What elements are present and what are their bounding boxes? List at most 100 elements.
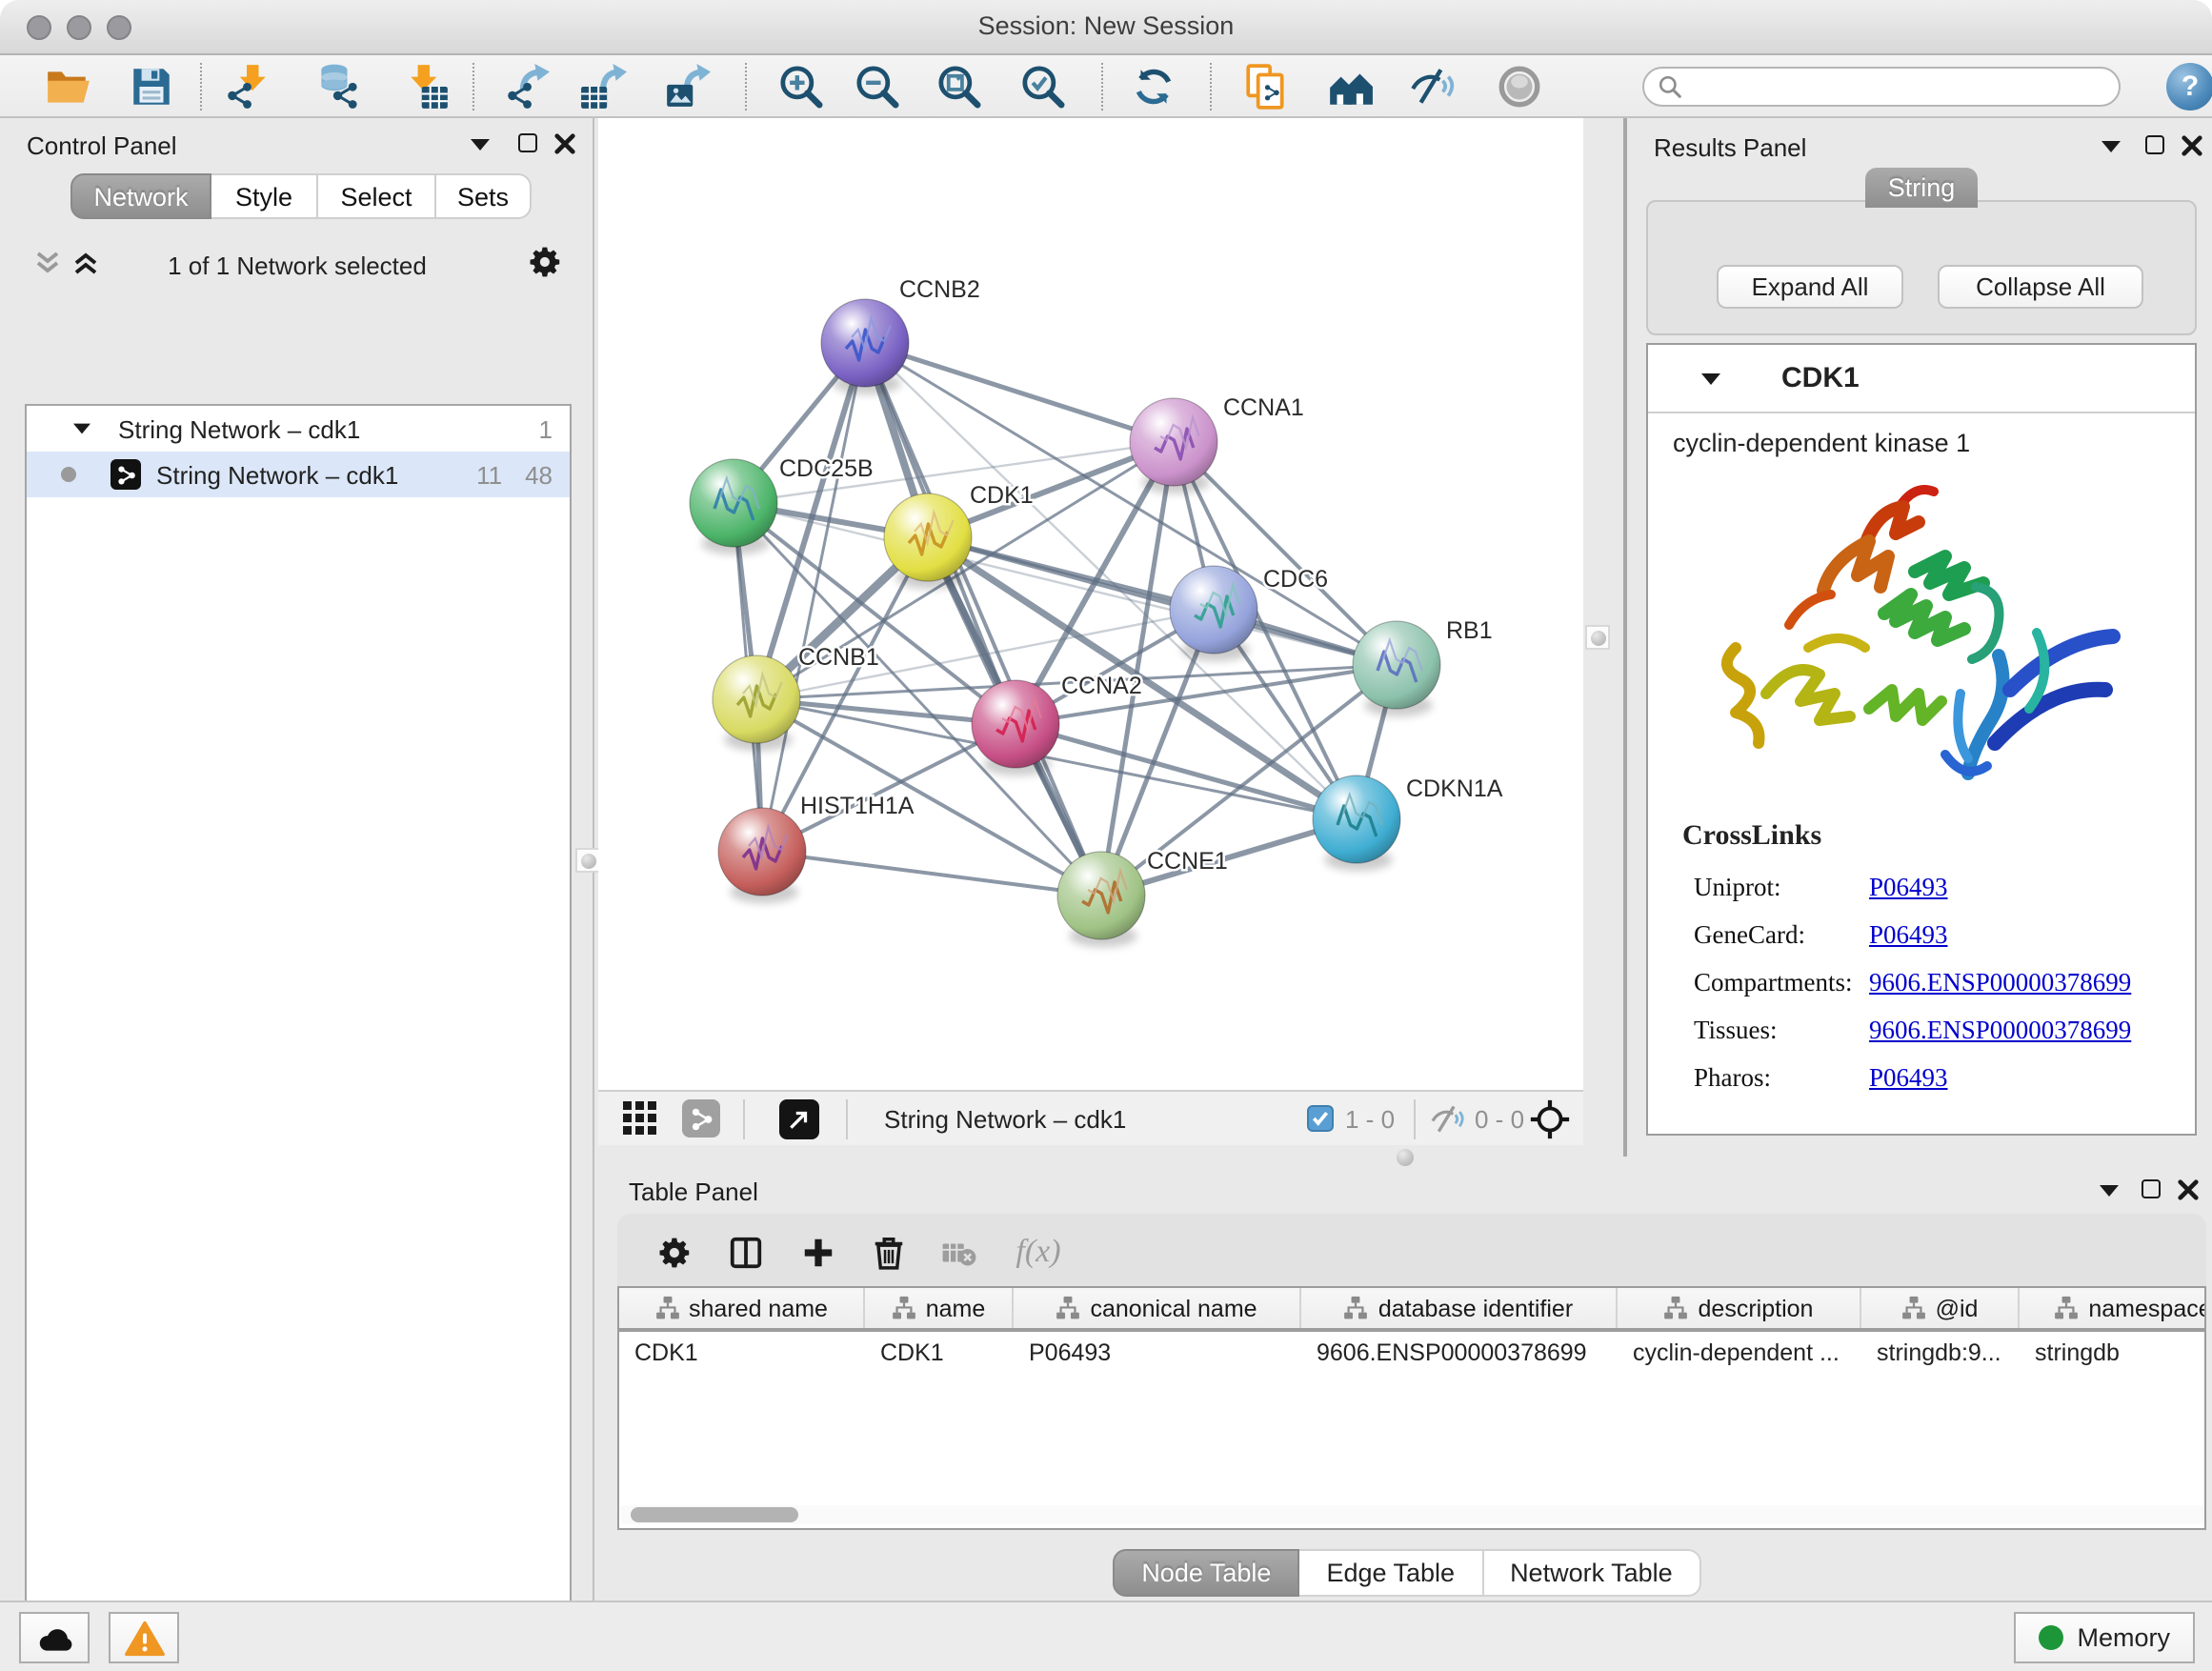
crosslink-link[interactable]: 9606.ENSP00000378699 xyxy=(1869,968,2131,998)
column-header-namespace[interactable]: namespace xyxy=(2020,1288,2206,1328)
collapse-panel-icon[interactable] xyxy=(471,139,490,151)
tab-select[interactable]: Select xyxy=(318,173,436,219)
network-edge[interactable] xyxy=(762,852,1101,896)
zoom-selected-button[interactable] xyxy=(1017,61,1069,112)
table-cell[interactable]: 9606.ENSP00000378699 xyxy=(1301,1332,1618,1376)
column-header-shared-name[interactable]: shared name xyxy=(619,1288,865,1328)
table-cell[interactable]: P06493 xyxy=(1014,1332,1301,1376)
help-button[interactable]: ? xyxy=(2166,63,2212,111)
zoom-fit-button[interactable] xyxy=(934,61,985,112)
column-header-database-identifier[interactable]: database identifier xyxy=(1301,1288,1618,1328)
table-cell[interactable]: CDK1 xyxy=(619,1332,865,1376)
network-node-HIST1H1A[interactable]: HIST1H1A xyxy=(718,793,915,903)
crosshair-icon[interactable] xyxy=(1528,1097,1572,1147)
cloud-status-button[interactable] xyxy=(19,1612,90,1663)
crosslink-link[interactable]: P06493 xyxy=(1869,920,1948,951)
delete-table-icon[interactable] xyxy=(935,1229,981,1275)
import-network-button[interactable] xyxy=(221,61,272,112)
table-cell[interactable]: stringdb:9... xyxy=(1861,1332,2020,1376)
table-row[interactable]: CDK1CDK1P064939606.ENSP00000378699cyclin… xyxy=(619,1332,2204,1376)
collapse-panel-icon[interactable] xyxy=(2100,1185,2119,1197)
grid-view-icon[interactable] xyxy=(623,1101,657,1141)
collection-count: 1 xyxy=(539,414,553,443)
column-header-name[interactable]: name xyxy=(865,1288,1014,1328)
network-node-CDC6[interactable]: CDC6 xyxy=(1170,566,1328,661)
table-cell[interactable]: cyclin-dependent ... xyxy=(1618,1332,1861,1376)
open-session-button[interactable] xyxy=(42,61,93,112)
column-header-description[interactable]: description xyxy=(1618,1288,1861,1328)
expand-all-button[interactable]: Expand All xyxy=(1717,265,1903,309)
network-canvas[interactable]: CCNB2CCNA1CDC25BCDK1CDC6RB1CCNB1CCNA2CDK… xyxy=(598,118,1583,1090)
gene-expander-icon[interactable] xyxy=(1701,372,1720,384)
memory-button[interactable]: Memory xyxy=(2014,1612,2195,1663)
tab-network[interactable]: Network xyxy=(70,173,211,219)
import-table-button[interactable] xyxy=(402,61,453,112)
tab-style[interactable]: Style xyxy=(211,173,318,219)
selected-nodes-checkbox[interactable] xyxy=(1307,1105,1334,1132)
left-splitter-handle[interactable] xyxy=(575,848,600,873)
save-session-button[interactable] xyxy=(126,61,177,112)
create-column-icon[interactable] xyxy=(794,1229,840,1275)
apply-layout-button[interactable] xyxy=(1128,61,1179,112)
network-graph[interactable]: CCNB2CCNA1CDC25BCDK1CDC6RB1CCNB1CCNA2CDK… xyxy=(598,118,1583,1090)
show-columns-icon[interactable] xyxy=(722,1229,768,1275)
table-panel: Table Panel xyxy=(602,1170,2212,1601)
crosslink-row: Compartments:9606.ENSP00000378699 xyxy=(1694,968,2195,998)
import-network-from-database-button[interactable] xyxy=(311,61,362,112)
network-options-gear-icon[interactable] xyxy=(528,244,564,286)
tab-string[interactable]: String xyxy=(1865,168,1979,208)
horizontal-splitter-handle[interactable] xyxy=(1397,1149,1414,1166)
close-panel-icon[interactable] xyxy=(2182,135,2202,156)
first-neighbors-button[interactable] xyxy=(1324,61,1376,112)
network-view-share-icon[interactable] xyxy=(682,1099,720,1137)
network-node-CCNA1[interactable]: CCNA1 xyxy=(1130,394,1304,493)
network-list: String Network – cdk1 1 String Network –… xyxy=(25,404,572,1671)
export-table-button[interactable] xyxy=(577,61,629,112)
tab-sets[interactable]: Sets xyxy=(436,173,532,219)
delete-column-icon[interactable] xyxy=(865,1229,911,1275)
houses-icon xyxy=(1326,63,1374,111)
close-panel-icon[interactable] xyxy=(554,133,575,154)
network-edge[interactable] xyxy=(762,343,865,852)
crosslink-link[interactable]: P06493 xyxy=(1869,873,1948,903)
birds-eye-view-icon[interactable] xyxy=(779,1099,819,1139)
network-row[interactable]: String Network – cdk1 11 48 xyxy=(27,452,570,497)
hidden-eye-icon[interactable] xyxy=(1429,1101,1465,1143)
warnings-button[interactable] xyxy=(109,1612,179,1663)
gene-header-row[interactable]: CDK1 xyxy=(1648,345,2195,413)
crosslink-link[interactable]: 9606.ENSP00000378699 xyxy=(1869,1016,2131,1046)
float-panel-icon[interactable] xyxy=(2145,135,2164,154)
network-node-CDK1[interactable]: CDK1 xyxy=(884,482,1034,589)
collection-expander-icon[interactable] xyxy=(73,424,90,434)
float-panel-icon[interactable] xyxy=(2142,1179,2161,1198)
table-cell[interactable]: stringdb xyxy=(2020,1332,2206,1376)
export-network-button[interactable] xyxy=(501,61,553,112)
zoom-in-button[interactable] xyxy=(775,61,827,112)
column-header-@id[interactable]: @id xyxy=(1861,1288,2020,1328)
hide-selected-button[interactable] xyxy=(1406,61,1458,112)
network-node-CDKN1A[interactable]: CDKN1A xyxy=(1313,775,1503,871)
function-builder-button[interactable]: f(x) xyxy=(1006,1229,1071,1275)
tab-network-table[interactable]: Network Table xyxy=(1483,1549,1701,1597)
crosslink-link[interactable]: P06493 xyxy=(1869,1063,1948,1094)
clone-network-button[interactable] xyxy=(1240,61,1292,112)
network-collection-row[interactable]: String Network – cdk1 1 xyxy=(27,406,570,452)
gray-orb-icon xyxy=(1496,63,1543,111)
collapse-all-button[interactable]: Collapse All xyxy=(1938,265,2143,309)
show-all-button[interactable] xyxy=(1494,61,1545,112)
float-panel-icon[interactable] xyxy=(518,133,537,152)
table-cell[interactable]: CDK1 xyxy=(865,1332,1014,1376)
collapse-panel-icon[interactable] xyxy=(2101,141,2121,152)
zoom-out-button[interactable] xyxy=(852,61,903,112)
tab-node-table[interactable]: Node Table xyxy=(1113,1549,1299,1597)
table-options-gear-icon[interactable] xyxy=(652,1229,697,1275)
search-input[interactable] xyxy=(1682,73,2119,100)
tab-edge-table[interactable]: Edge Table xyxy=(1299,1549,1483,1597)
export-image-button[interactable] xyxy=(661,61,713,112)
table-horizontal-scrollbar[interactable] xyxy=(621,1505,2204,1524)
network-edge[interactable] xyxy=(865,343,1174,442)
column-header-canonical-name[interactable]: canonical name xyxy=(1014,1288,1301,1328)
right-splitter-handle[interactable] xyxy=(1585,625,1610,650)
close-panel-icon[interactable] xyxy=(2178,1179,2199,1200)
network-node-RB1[interactable]: RB1 xyxy=(1353,617,1493,716)
